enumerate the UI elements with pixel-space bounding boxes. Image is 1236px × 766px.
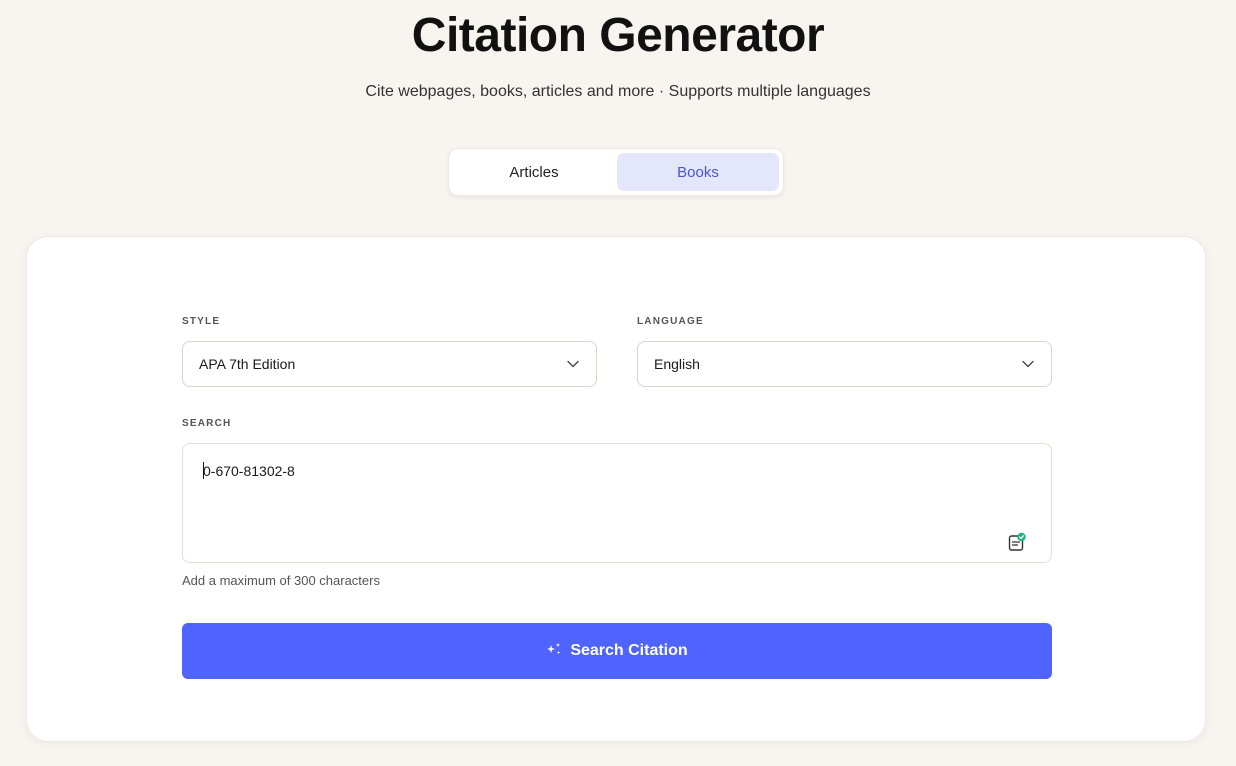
- search-input[interactable]: 0-670-81302-8: [182, 443, 1052, 563]
- chevron-down-icon: [1021, 357, 1035, 371]
- source-type-tabs: Articles Books: [448, 148, 784, 196]
- search-input-value: 0-670-81302-8: [203, 463, 295, 479]
- search-citation-button[interactable]: Search Citation: [182, 623, 1052, 679]
- page-title: Citation Generator: [411, 9, 825, 62]
- language-select-value: English: [654, 356, 700, 372]
- style-label: STYLE: [182, 316, 221, 327]
- sparkle-icon: [546, 642, 562, 661]
- search-label: SEARCH: [182, 418, 232, 429]
- style-select[interactable]: APA 7th Edition: [182, 341, 597, 387]
- language-label: LANGUAGE: [637, 316, 704, 327]
- search-citation-label: Search Citation: [570, 642, 688, 659]
- tab-books[interactable]: Books: [617, 153, 779, 191]
- clipboard-check-icon[interactable]: [1007, 532, 1027, 552]
- citation-form-card: STYLE APA 7th Edition LANGUAGE English S…: [26, 236, 1206, 742]
- search-hint: Add a maximum of 300 characters: [182, 573, 380, 588]
- style-select-value: APA 7th Edition: [199, 356, 296, 372]
- language-select[interactable]: English: [637, 341, 1052, 387]
- chevron-down-icon: [566, 357, 580, 371]
- page-subtitle: Cite webpages, books, articles and more …: [365, 83, 871, 100]
- tab-articles[interactable]: Articles: [453, 153, 615, 191]
